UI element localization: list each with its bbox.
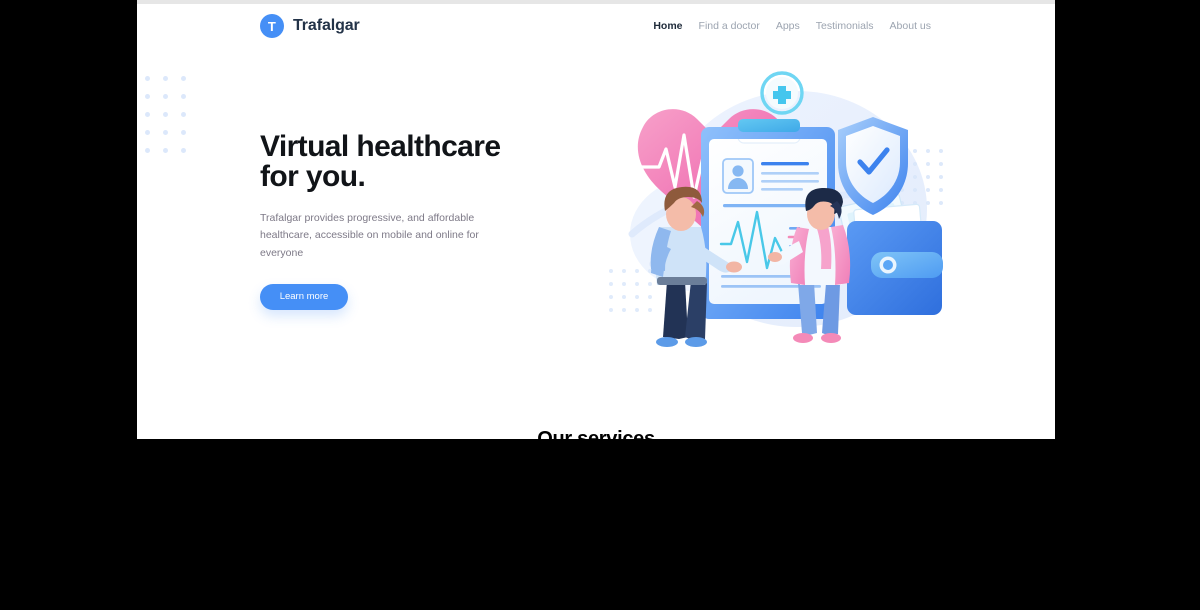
web-page: T Trafalgar Home Find a doctor Apps Test… bbox=[137, 4, 1055, 439]
wallet-with-cash bbox=[838, 193, 943, 315]
nav-item-apps[interactable]: Apps bbox=[776, 20, 800, 32]
screenshot-stage: T Trafalgar Home Find a doctor Apps Test… bbox=[0, 0, 1200, 610]
our-services-heading: Our services bbox=[537, 428, 655, 439]
brand-name: Trafalgar bbox=[293, 17, 360, 34]
learn-more-button[interactable]: Learn more bbox=[260, 283, 348, 310]
hero-illustration bbox=[597, 59, 957, 379]
nav-item-about-us[interactable]: About us bbox=[890, 20, 931, 32]
brand-logo[interactable]: T Trafalgar bbox=[260, 14, 360, 38]
hero-section: Virtual healthcare for you. Trafalgar pr… bbox=[260, 132, 530, 310]
medical-cross-badge bbox=[760, 71, 804, 115]
nav-item-find-a-doctor[interactable]: Find a doctor bbox=[699, 20, 760, 32]
browser-viewport: T Trafalgar Home Find a doctor Apps Test… bbox=[137, 0, 1055, 439]
main-navigation: Home Find a doctor Apps Testimonials Abo… bbox=[653, 20, 931, 32]
patient-avatar bbox=[722, 158, 754, 194]
dot-grid-decoration-left bbox=[145, 76, 199, 166]
brand-mark-icon: T bbox=[260, 14, 284, 38]
dot-grid-illustration-left bbox=[609, 269, 652, 312]
site-header: T Trafalgar Home Find a doctor Apps Test… bbox=[137, 4, 1055, 48]
hero-subtitle: Trafalgar provides progressive, and affo… bbox=[260, 212, 479, 259]
hero-title: Virtual healthcare for you. bbox=[260, 130, 501, 193]
nav-item-home[interactable]: Home bbox=[653, 20, 682, 32]
nav-item-testimonials[interactable]: Testimonials bbox=[816, 20, 874, 32]
